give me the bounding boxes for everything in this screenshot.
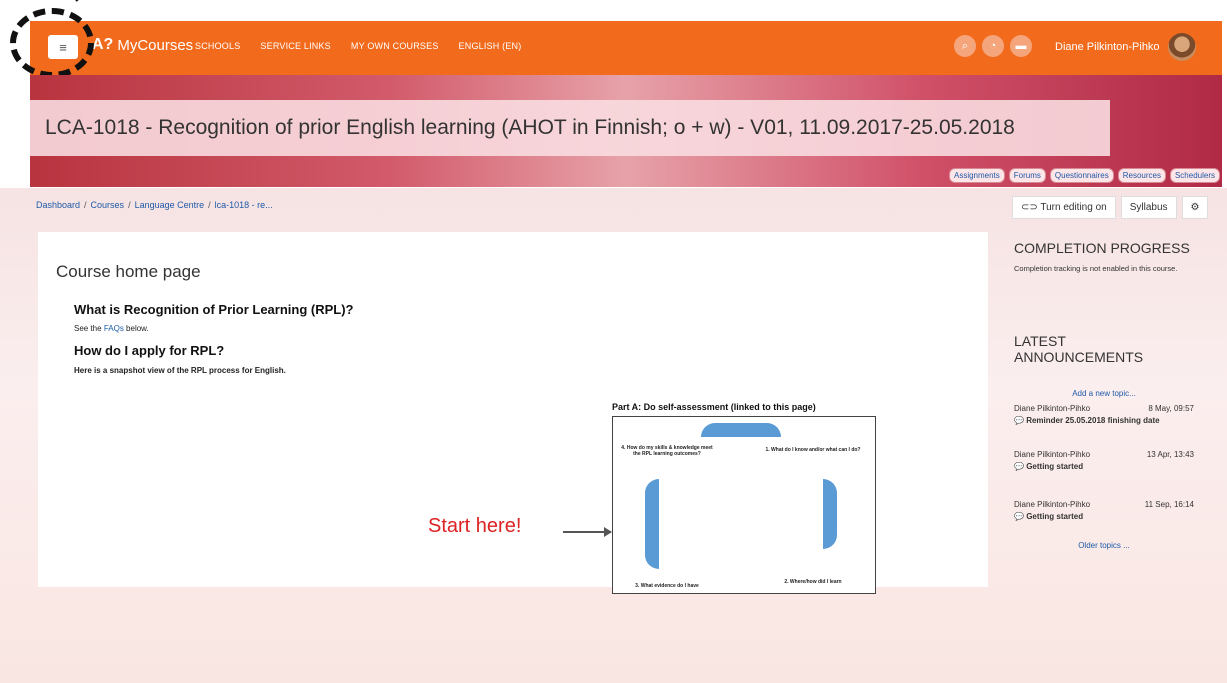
breadcrumb-dashboard[interactable]: Dashboard xyxy=(36,200,80,210)
aalto-logo-icon: A? xyxy=(92,36,114,53)
start-here-arrowhead xyxy=(604,527,612,537)
step-4-text: 4. How do my skills & knowledge meet the… xyxy=(621,445,713,457)
announcement-item: Diane Pilkinton-Pihko 8 May, 09:57 💬 Remi… xyxy=(1014,404,1194,425)
older-topics-wrap: Older topics ... xyxy=(1014,541,1194,550)
older-topics-link[interactable]: Older topics ... xyxy=(1078,541,1130,550)
top-navbar: ≡ A? MyCourses SCHOOLS SERVICE LINKS MY … xyxy=(30,21,1222,75)
announcement-topic-label: Reminder 25.05.2018 finishing date xyxy=(1026,416,1160,425)
nav-link-schools[interactable]: SCHOOLS xyxy=(195,41,240,51)
completion-text: Completion tracking is not enabled in th… xyxy=(1014,264,1178,273)
apply-heading: How do I apply for RPL? xyxy=(74,343,225,358)
notifications-icon[interactable]: ◔ xyxy=(982,35,1004,57)
cycle-arrow-right xyxy=(823,479,837,549)
announcement-topic[interactable]: 💬 Getting started xyxy=(1014,462,1194,471)
completion-block: COMPLETION PROGRESS Completion tracking … xyxy=(1014,240,1204,273)
nav-link-language[interactable]: ENGLISH (EN) xyxy=(459,41,522,51)
turn-editing-on-button[interactable]: ⊂⊃ Turn editing on xyxy=(1012,196,1116,219)
announcement-item: Diane Pilkinton-Pihko 13 Apr, 13:43 💬 Get… xyxy=(1014,450,1194,471)
toggle-icon: ⊂⊃ xyxy=(1021,202,1041,213)
announcement-date: 13 Apr, 13:43 xyxy=(1146,450,1194,459)
nav-icons: ⌕ ◔ ▬ xyxy=(954,35,1032,57)
step-3-text: 3. What evidence do I have xyxy=(635,583,699,589)
completion-title: COMPLETION PROGRESS xyxy=(1014,240,1190,256)
course-title: LCA-1018 - Recognition of prior English … xyxy=(45,116,1015,139)
announcement-topic[interactable]: 💬 Reminder 25.05.2018 finishing date xyxy=(1014,416,1194,425)
tab-resources[interactable]: Resources xyxy=(1117,168,1166,183)
breadcrumb-course[interactable]: lca-1018 - re... xyxy=(215,200,273,210)
tab-questionnaires[interactable]: Questionnaires xyxy=(1049,168,1114,183)
snapshot-text: Here is a snapshot view of the RPL proce… xyxy=(74,366,286,375)
activity-tabs: Assignments Forums Questionnaires Resour… xyxy=(948,168,1220,183)
page-actions: ⊂⊃ Turn editing on Syllabus ⚙ xyxy=(1012,196,1209,219)
search-icon[interactable]: ⌕ xyxy=(954,35,976,57)
cycle-arrow-left xyxy=(645,479,659,569)
user-name[interactable]: Diane Pilkinton-Pihko xyxy=(1055,41,1160,53)
start-here-label: Start here! xyxy=(428,515,522,537)
comment-icon: 💬 xyxy=(1014,416,1027,425)
cycle-arrow-top xyxy=(701,423,781,437)
announcement-author: Diane Pilkinton-Pihko xyxy=(1014,500,1091,509)
announcement-topic-label: Getting started xyxy=(1026,462,1084,471)
page-title: Course home page xyxy=(56,262,201,281)
step-2-text: 2. Where/how did I learn xyxy=(784,579,842,585)
tab-assignments[interactable]: Assignments xyxy=(948,168,1005,183)
brand-name: MyCourses xyxy=(117,36,194,54)
main-content: Course home page What is Recognition of … xyxy=(38,232,988,594)
gear-icon[interactable]: ⚙ xyxy=(1181,196,1209,219)
add-topic-wrap: Add a new topic... xyxy=(1014,389,1194,398)
announcement-item: Diane Pilkinton-Pihko 11 Sep, 16:14 💬 Get… xyxy=(1014,500,1194,521)
nav-link-service-links[interactable]: SERVICE LINKS xyxy=(260,41,330,51)
breadcrumb: Dashboard / Courses / Language Centre / lca-10… xyxy=(36,200,273,210)
announcement-date: 11 Sep, 16:14 xyxy=(1144,500,1194,509)
brand-logo[interactable]: A? MyCourses xyxy=(92,36,193,54)
step-1-text: 1. What do I know and/or what can I do? xyxy=(765,447,861,453)
announcement-date: 8 May, 09:57 xyxy=(1148,404,1194,413)
nav-links: SCHOOLS SERVICE LINKS MY OWN COURSES ENG… xyxy=(195,41,521,51)
course-title-box: LCA-1018 - Recognition of prior English … xyxy=(30,100,1110,156)
rpl-process-diagram: 4. How do my skills & knowledge meet the… xyxy=(612,416,876,594)
tab-forums[interactable]: Forums xyxy=(1008,168,1046,183)
announcement-topic[interactable]: 💬 Getting started xyxy=(1014,512,1194,521)
announcement-author: Diane Pilkinton-Pihko xyxy=(1014,404,1091,413)
add-topic-link[interactable]: Add a new topic... xyxy=(1072,389,1136,398)
announcements-block: LATEST ANNOUNCEMENTS xyxy=(1014,333,1204,365)
faq-link[interactable]: FAQs xyxy=(104,324,124,333)
diagram-caption: Part A: Do self-assessment (linked to th… xyxy=(612,402,816,412)
turn-editing-label: Turn editing on xyxy=(1040,202,1107,213)
rpl-question-heading: What is Recognition of Prior Learning (R… xyxy=(74,302,354,317)
pointer-arrow xyxy=(75,0,94,2)
announcements-title-line1: LATEST xyxy=(1014,333,1066,349)
faq-text: See the FAQs below. xyxy=(74,324,149,333)
highlight-circle xyxy=(10,8,94,78)
faq-post: below. xyxy=(123,324,149,333)
comment-icon: 💬 xyxy=(1014,462,1027,471)
breadcrumb-courses[interactable]: Courses xyxy=(91,200,125,210)
tab-schedulers[interactable]: Schedulers xyxy=(1169,168,1220,183)
announcements-title-line2: ANNOUNCEMENTS xyxy=(1014,349,1144,365)
avatar[interactable] xyxy=(1168,33,1196,61)
syllabus-button[interactable]: Syllabus xyxy=(1120,196,1177,219)
announcement-topic-label: Getting started xyxy=(1026,512,1084,521)
comment-icon: 💬 xyxy=(1014,512,1027,521)
nav-link-my-own-courses[interactable]: MY OWN COURSES xyxy=(351,41,439,51)
announcement-author: Diane Pilkinton-Pihko xyxy=(1014,450,1091,459)
messages-icon[interactable]: ▬ xyxy=(1010,35,1032,57)
breadcrumb-language-centre[interactable]: Language Centre xyxy=(135,200,205,210)
faq-pre: See the xyxy=(74,324,104,333)
